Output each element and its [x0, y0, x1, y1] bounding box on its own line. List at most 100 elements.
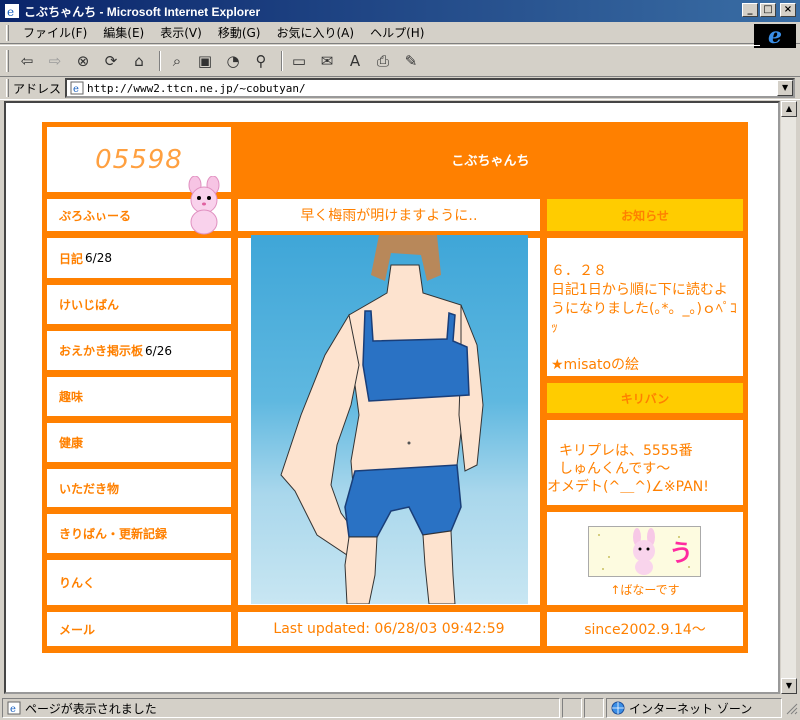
address-dropdown-icon[interactable]: ▼	[777, 80, 794, 96]
since-date: since2002.9.14～	[584, 622, 706, 638]
back-icon[interactable]: ⇦	[15, 50, 39, 72]
nav-label[interactable]: 趣味	[59, 388, 83, 405]
standard-toolbar: ⇦ ⇨ ⊗ ⟳ ⌂ ⌕ ▣ ◔ ⚲ ▭ ✉ A ⎙ ✎	[0, 45, 760, 75]
nav-label[interactable]: 日記	[59, 250, 83, 267]
misato-art-link[interactable]: ★misatoの絵	[551, 356, 739, 375]
notice-text: 日記1日から順に下に読むようになりました(｡*。_｡)ｏﾍﾟｺｯ	[551, 282, 737, 336]
nav-item-oekaki[interactable]: おえかき掲示板 6/26	[45, 329, 233, 372]
window-title: こぶちゃんち - Microsoft Internet Explorer	[24, 4, 261, 19]
kiriban-line: しゅんくんです～	[559, 461, 671, 477]
menu-go[interactable]: 移動(G)	[210, 24, 269, 41]
ie-page-icon: e	[5, 4, 19, 19]
resize-grip-icon[interactable]	[784, 701, 798, 715]
toolbar-grip[interactable]	[6, 49, 9, 72]
since-cell: since2002.9.14～	[545, 610, 745, 648]
page-status-icon: e	[7, 701, 21, 715]
minimize-button[interactable]: _	[742, 3, 758, 17]
nav-label[interactable]: メール	[59, 621, 95, 638]
fullscreen-icon[interactable]: ▭	[287, 50, 311, 72]
menu-bar: ファイル(F) 編集(E) 表示(V) 移動(G) お気に入り(A) ヘルプ(H…	[0, 22, 800, 44]
site-layout-table: 05598 こぶちゃんち ぷろふぃーる 日記 6/28 けいじばん おえかき掲示板…	[42, 122, 748, 653]
pink-bunny-icon	[188, 176, 220, 235]
refresh-icon[interactable]: ⟳	[99, 50, 123, 72]
kiriban-title: キリバン	[620, 391, 670, 406]
svg-text:う: う	[669, 539, 693, 567]
forward-icon[interactable]: ⇨	[43, 50, 67, 72]
nav-date: 6/26	[145, 343, 172, 358]
nav-date: 6/28	[85, 251, 112, 265]
last-updated: Last updated: 06/28/03 09:42:59	[273, 621, 505, 637]
nav-label[interactable]: ぷろふぃーる	[59, 207, 131, 224]
message-banner: 早く梅雨が明けますように‥	[236, 197, 542, 233]
address-label: アドレス	[13, 81, 62, 96]
nav-item-gifts[interactable]: いただき物	[45, 467, 233, 509]
banner-caption: ↑ばなーです	[547, 580, 743, 598]
ie-logo-icon: e	[768, 23, 782, 49]
scroll-down-icon[interactable]: ▼	[781, 678, 797, 694]
close-button[interactable]: ×	[780, 3, 796, 17]
notice-title: お知らせ	[621, 208, 669, 223]
vertical-scrollbar[interactable]: ▲ ▼	[780, 101, 797, 694]
edit-icon[interactable]: ✎	[399, 50, 423, 72]
svg-text:e: e	[73, 84, 79, 95]
page-viewport[interactable]: 05598 こぶちゃんち ぷろふぃーる 日記 6/28 けいじばん おえかき掲示板…	[4, 101, 780, 694]
menu-view[interactable]: 表示(V)	[152, 24, 210, 41]
toolbar-grip[interactable]	[6, 24, 9, 41]
notice-date: ６．２８	[551, 263, 607, 279]
toolbar-separator	[159, 50, 161, 71]
status-zone-panel: インターネット ゾーン	[606, 698, 782, 718]
zone-text: インターネット ゾーン	[629, 701, 753, 716]
notice-heading: お知らせ	[545, 197, 745, 233]
last-updated-cell: Last updated: 06/28/03 09:42:59	[236, 610, 542, 648]
status-text-panel: e ページが表示されました	[2, 698, 560, 718]
nav-label[interactable]: けいじばん	[59, 296, 119, 313]
nav-item-health[interactable]: 健康	[45, 421, 233, 464]
font-icon[interactable]: A	[343, 50, 367, 72]
nav-item-links[interactable]: りんく	[45, 558, 233, 607]
nav-label[interactable]: いただき物	[59, 480, 119, 497]
nav-label[interactable]: きりばん・更新記録	[59, 525, 167, 542]
toolbar-separator	[281, 50, 283, 71]
print-icon[interactable]: ⎙	[371, 50, 395, 72]
menu-file[interactable]: ファイル(F)	[15, 24, 95, 41]
misato-illustration	[251, 235, 528, 604]
nav-item-kiriban-log[interactable]: きりばん・更新記録	[45, 512, 233, 555]
kiriban-line: オメデト(^＿^)∠※PAN!	[547, 479, 709, 495]
ie-throbber: e	[754, 23, 796, 49]
nav-item-mail[interactable]: メール	[45, 610, 233, 648]
nav-item-bbs[interactable]: けいじばん	[45, 283, 233, 326]
nav-label[interactable]: りんく	[59, 574, 95, 591]
globe-icon	[611, 701, 625, 715]
search-icon[interactable]: ⌕	[165, 50, 189, 72]
title-bar: e こぶちゃんち - Microsoft Internet Explorer _…	[0, 0, 800, 22]
maximize-button[interactable]: □	[760, 3, 776, 17]
banner-caption-text: ↑ばなーです	[610, 582, 680, 597]
toolbar-grip[interactable]	[6, 79, 9, 97]
stop-icon[interactable]: ⊗	[71, 50, 95, 72]
nav-item-diary[interactable]: 日記 6/28	[45, 236, 233, 280]
mail-icon[interactable]: ✉	[315, 50, 339, 72]
counter-value: 05598	[95, 144, 183, 175]
scroll-up-icon[interactable]: ▲	[781, 101, 797, 117]
history-icon[interactable]: ◔	[221, 50, 245, 72]
bunny-banner-icon: う	[598, 528, 693, 575]
site-banner-image[interactable]: う	[588, 526, 701, 577]
channels-icon[interactable]: ⚲	[249, 50, 273, 72]
kiriban-heading: キリバン	[545, 381, 745, 415]
menu-help[interactable]: ヘルプ(H)	[362, 24, 432, 41]
site-title: こぶちゃんち	[451, 154, 530, 169]
status-text: ページが表示されました	[25, 701, 157, 716]
menu-favorites[interactable]: お気に入り(A)	[268, 24, 362, 41]
nav-label[interactable]: おえかき掲示板	[59, 342, 143, 359]
kiriban-line: キリプレは、5555番	[559, 443, 693, 459]
status-bar: e ページが表示されました インターネット ゾーン	[0, 696, 800, 720]
favorites-icon[interactable]: ▣	[193, 50, 217, 72]
svg-text:e: e	[10, 704, 16, 715]
home-icon[interactable]: ⌂	[127, 50, 151, 72]
menu-edit[interactable]: 編集(E)	[95, 24, 152, 41]
address-input[interactable]	[87, 81, 768, 95]
nav-label[interactable]: 健康	[59, 434, 83, 451]
ie-page-icon: e	[70, 81, 84, 95]
address-field[interactable]: e ▼	[65, 78, 796, 98]
nav-item-hobby[interactable]: 趣味	[45, 375, 233, 418]
